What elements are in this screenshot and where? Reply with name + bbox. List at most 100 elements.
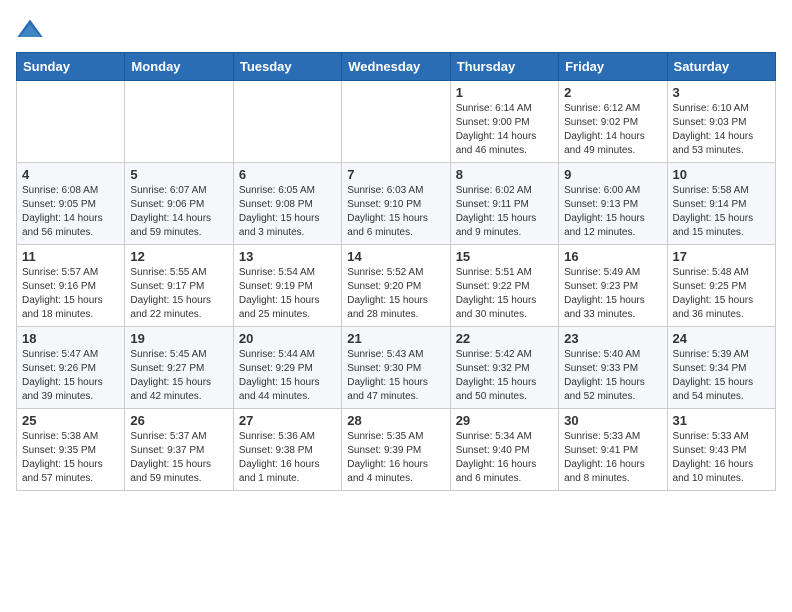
weekday-header-tuesday: Tuesday [233,53,341,81]
day-number: 17 [673,249,770,264]
day-number: 13 [239,249,336,264]
day-number: 26 [130,413,227,428]
day-cell: 26Sunrise: 5:37 AM Sunset: 9:37 PM Dayli… [125,409,233,491]
day-info: Sunrise: 5:47 AM Sunset: 9:26 PM Dayligh… [22,348,119,404]
day-cell: 7 Sunrise: 6:03 AM Sunset: 9:10 PM Daylig… [342,163,450,245]
day-info: Sunrise: 5:51 AM Sunset: 9:22 PM Dayligh… [456,266,553,322]
day-info: Sunrise: 5:44 AM Sunset: 9:29 PM Dayligh… [239,348,336,404]
day-info: Sunrise: 6:14 AM Sunset: 9:00 PM Dayligh… [456,102,553,158]
day-number: 1 [456,85,553,100]
day-info: Sunrise: 5:54 AM Sunset: 9:19 PM Dayligh… [239,266,336,322]
day-number: 12 [130,249,227,264]
day-cell: 9 Sunrise: 6:00 AM Sunset: 9:13 PM Daylig… [559,163,667,245]
day-cell: 17 Sunrise: 5:48 AM Sunset: 9:25 PM Dayli… [667,245,775,327]
weekday-header-friday: Friday [559,53,667,81]
day-number: 29 [456,413,553,428]
day-info: Sunrise: 6:03 AM Sunset: 9:10 PM Dayligh… [347,184,444,240]
day-cell [233,81,341,163]
day-number: 6 [239,167,336,182]
day-info: Sunrise: 5:55 AM Sunset: 9:17 PM Dayligh… [130,266,227,322]
day-info: Sunrise: 5:40 AM Sunset: 9:33 PM Dayligh… [564,348,661,404]
day-number: 24 [673,331,770,346]
week-row-3: 11 Sunrise: 5:57 AM Sunset: 9:16 PM Dayli… [17,245,776,327]
day-info: Sunrise: 5:34 AM Sunset: 9:40 PM Dayligh… [456,430,553,486]
day-cell: 28 Sunrise: 5:35 AM Sunset: 9:39 PM Dayli… [342,409,450,491]
day-info: Sunrise: 6:02 AM Sunset: 9:11 PM Dayligh… [456,184,553,240]
day-cell [17,81,125,163]
day-cell: 18 Sunrise: 5:47 AM Sunset: 9:26 PM Dayli… [17,327,125,409]
day-info: Sunrise: 6:12 AM Sunset: 9:02 PM Dayligh… [564,102,661,158]
day-info: Sunrise: 5:38 AM Sunset: 9:35 PM Dayligh… [22,430,119,486]
day-number: 4 [22,167,119,182]
day-info: Sunrise: 5:45 AM Sunset: 9:27 PM Dayligh… [130,348,227,404]
day-cell: 30 Sunrise: 5:33 AM Sunset: 9:41 PM Dayli… [559,409,667,491]
weekday-header-row: SundayMondayTuesdayWednesdayThursdayFrid… [17,53,776,81]
day-cell: 2 Sunrise: 6:12 AM Sunset: 9:02 PM Daylig… [559,81,667,163]
day-cell: 31 Sunrise: 5:33 AM Sunset: 9:43 PM Dayli… [667,409,775,491]
day-info: Sunrise: 5:43 AM Sunset: 9:30 PM Dayligh… [347,348,444,404]
calendar: SundayMondayTuesdayWednesdayThursdayFrid… [16,52,776,491]
day-number: 3 [673,85,770,100]
day-number: 21 [347,331,444,346]
day-number: 31 [673,413,770,428]
day-cell: 1 Sunrise: 6:14 AM Sunset: 9:00 PM Daylig… [450,81,558,163]
day-number: 5 [130,167,227,182]
day-cell: 4 Sunrise: 6:08 AM Sunset: 9:05 PM Daylig… [17,163,125,245]
day-number: 10 [673,167,770,182]
day-info: Sunrise: 5:33 AM Sunset: 9:43 PM Dayligh… [673,430,770,486]
day-number: 28 [347,413,444,428]
day-info: Sunrise: 5:35 AM Sunset: 9:39 PM Dayligh… [347,430,444,486]
day-cell: 11 Sunrise: 5:57 AM Sunset: 9:16 PM Dayli… [17,245,125,327]
day-info: Sunrise: 6:07 AM Sunset: 9:06 PM Dayligh… [130,184,227,240]
day-cell: 22 Sunrise: 5:42 AM Sunset: 9:32 PM Dayli… [450,327,558,409]
day-info: Sunrise: 5:57 AM Sunset: 9:16 PM Dayligh… [22,266,119,322]
weekday-header-monday: Monday [125,53,233,81]
weekday-header-thursday: Thursday [450,53,558,81]
day-cell: 24Sunrise: 5:39 AM Sunset: 9:34 PM Dayli… [667,327,775,409]
day-number: 22 [456,331,553,346]
day-number: 11 [22,249,119,264]
day-info: Sunrise: 6:00 AM Sunset: 9:13 PM Dayligh… [564,184,661,240]
day-cell: 29 Sunrise: 5:34 AM Sunset: 9:40 PM Dayli… [450,409,558,491]
day-cell: 13 Sunrise: 5:54 AM Sunset: 9:19 PM Dayli… [233,245,341,327]
day-cell: 25 Sunrise: 5:38 AM Sunset: 9:35 PM Dayli… [17,409,125,491]
day-info: Sunrise: 5:33 AM Sunset: 9:41 PM Dayligh… [564,430,661,486]
day-number: 30 [564,413,661,428]
header [16,16,776,44]
day-number: 25 [22,413,119,428]
day-cell: 8Sunrise: 6:02 AM Sunset: 9:11 PM Daylig… [450,163,558,245]
day-cell [125,81,233,163]
week-row-4: 18 Sunrise: 5:47 AM Sunset: 9:26 PM Dayli… [17,327,776,409]
day-info: Sunrise: 5:42 AM Sunset: 9:32 PM Dayligh… [456,348,553,404]
weekday-header-saturday: Saturday [667,53,775,81]
day-cell: 12 Sunrise: 5:55 AM Sunset: 9:17 PM Dayli… [125,245,233,327]
day-number: 2 [564,85,661,100]
day-number: 7 [347,167,444,182]
day-cell: 23 Sunrise: 5:40 AM Sunset: 9:33 PM Dayli… [559,327,667,409]
day-info: Sunrise: 6:05 AM Sunset: 9:08 PM Dayligh… [239,184,336,240]
day-number: 15 [456,249,553,264]
day-number: 20 [239,331,336,346]
day-info: Sunrise: 6:08 AM Sunset: 9:05 PM Dayligh… [22,184,119,240]
day-info: Sunrise: 5:48 AM Sunset: 9:25 PM Dayligh… [673,266,770,322]
day-info: Sunrise: 5:49 AM Sunset: 9:23 PM Dayligh… [564,266,661,322]
day-cell: 20 Sunrise: 5:44 AM Sunset: 9:29 PM Dayli… [233,327,341,409]
week-row-2: 4 Sunrise: 6:08 AM Sunset: 9:05 PM Daylig… [17,163,776,245]
day-cell [342,81,450,163]
day-cell: 10 Sunrise: 5:58 AM Sunset: 9:14 PM Dayli… [667,163,775,245]
day-number: 14 [347,249,444,264]
day-info: Sunrise: 5:52 AM Sunset: 9:20 PM Dayligh… [347,266,444,322]
day-number: 27 [239,413,336,428]
day-cell: 21 Sunrise: 5:43 AM Sunset: 9:30 PM Dayli… [342,327,450,409]
day-number: 16 [564,249,661,264]
day-info: Sunrise: 5:36 AM Sunset: 9:38 PM Dayligh… [239,430,336,486]
day-cell: 6 Sunrise: 6:05 AM Sunset: 9:08 PM Daylig… [233,163,341,245]
day-number: 9 [564,167,661,182]
day-number: 18 [22,331,119,346]
day-cell: 19 Sunrise: 5:45 AM Sunset: 9:27 PM Dayli… [125,327,233,409]
day-number: 19 [130,331,227,346]
week-row-1: 1 Sunrise: 6:14 AM Sunset: 9:00 PM Daylig… [17,81,776,163]
day-number: 23 [564,331,661,346]
day-cell: 16 Sunrise: 5:49 AM Sunset: 9:23 PM Dayli… [559,245,667,327]
day-info: Sunrise: 5:58 AM Sunset: 9:14 PM Dayligh… [673,184,770,240]
